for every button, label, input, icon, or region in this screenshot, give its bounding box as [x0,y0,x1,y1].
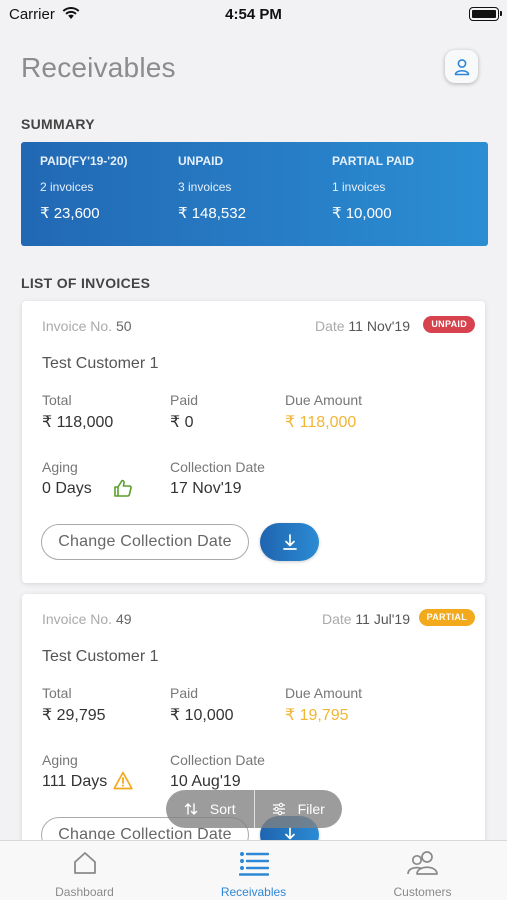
warning-icon [113,771,133,795]
list-icon [169,850,338,876]
aging-label: Aging [42,459,78,475]
summary-paid-amount: ₹ 23,600 [40,205,100,222]
invoice-number-value: 50 [115,318,132,334]
invoice-number-value: 49 [115,611,132,627]
users-icon [338,850,507,876]
due-amount-value: ₹ 118,000 [285,414,357,431]
total-label: Total [42,392,72,408]
invoice-card[interactable]: Invoice No. 50 Date 11 Nov'19 UNPAID Tes… [22,301,485,583]
status-badge: UNPAID [423,316,475,333]
summary-partial-label: PARTIAL PAID [332,154,415,168]
tab-bar: Dashboard Receivables Customers [0,840,507,900]
summary-heading: SUMMARY [21,116,95,132]
clock: 4:54 PM [225,6,282,23]
user-icon [454,58,469,75]
aging-value: 0 Days [42,480,92,497]
total-label: Total [42,685,72,701]
collection-date-value: 17 Nov'19 [170,480,242,497]
page-title: Receivables [21,52,176,83]
status-bar: Carrier 4:54 PM [0,0,507,30]
aging-label: Aging [42,752,78,768]
tab-dashboard-label: Dashboard [55,885,114,899]
due-amount-value: ₹ 19,795 [285,707,349,724]
download-icon [282,534,297,550]
profile-button[interactable] [445,50,478,83]
invoice-date-label: Date [314,318,345,334]
summary-partial-count: 1 invoices [332,180,386,194]
collection-date-value: 10 Aug'19 [170,773,241,790]
customer-name: Test Customer 1 [42,355,159,372]
summary-card: PAID(FY'19-'20) 2 invoices ₹ 23,600 UNPA… [21,142,488,246]
paid-value: ₹ 10,000 [170,707,234,724]
change-collection-date-button[interactable]: Change Collection Date [41,524,249,560]
sort-icon [184,803,198,815]
home-icon [0,850,169,876]
filter-label: Filer [297,801,325,817]
invoice-date-label: Date [321,611,352,627]
total-value: ₹ 29,795 [42,707,106,724]
paid-value: ₹ 0 [170,414,194,431]
invoices-heading: LIST OF INVOICES [21,275,151,291]
invoice-number: Invoice No. 50 [42,318,132,334]
collection-date-label: Collection Date [170,459,265,475]
total-value: ₹ 118,000 [42,414,114,431]
paid-label: Paid [170,685,199,701]
invoice-number-label: Invoice No. [42,318,113,334]
invoice-number: Invoice No. 49 [42,611,132,627]
tab-receivables-label: Receivables [220,885,287,899]
thumbs-up-icon [113,478,133,503]
invoice-date-value: 11 Jul'19 [355,611,410,627]
customer-name: Test Customer 1 [42,648,159,665]
invoice-date-value: 11 Nov'19 [348,318,410,334]
status-badge: PARTIAL [418,609,475,626]
sort-button[interactable]: Sort [166,790,254,828]
tab-receivables[interactable]: Receivables [169,841,338,900]
paid-label: Paid [170,392,199,408]
due-amount-label: Due Amount [285,392,363,408]
summary-paid-count: 2 invoices [40,180,94,194]
tab-customers[interactable]: Customers [338,841,507,900]
aging-value: 111 Days [42,773,108,790]
sort-filter-bar: Sort Filer [166,790,342,828]
summary-unpaid-count: 3 invoices [178,180,232,194]
invoice-number-label: Invoice No. [42,611,113,627]
due-amount-label: Due Amount [285,685,363,701]
download-button[interactable] [260,523,319,561]
summary-unpaid-label: UNPAID [178,154,224,168]
collection-date-label: Collection Date [170,752,265,768]
invoice-date: Date 11 Nov'19 [315,318,410,334]
summary-partial-amount: ₹ 10,000 [332,205,392,222]
filter-sliders-icon [272,802,285,816]
summary-paid-label: PAID(FY'19-'20) [40,154,128,168]
tab-dashboard[interactable]: Dashboard [0,841,169,900]
battery-icon [469,7,502,21]
tab-customers-label: Customers [393,885,452,899]
summary-unpaid-amount: ₹ 148,532 [178,205,246,222]
sort-label: Sort [209,801,236,817]
filter-button[interactable]: Filer [255,790,343,828]
invoice-date: Date 11 Jul'19 [322,611,410,627]
